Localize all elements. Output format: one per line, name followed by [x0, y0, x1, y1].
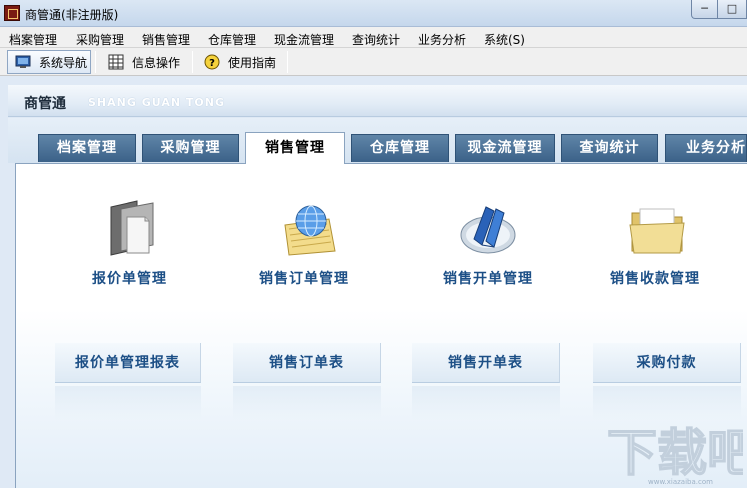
- tab-purchase[interactable]: 采购管理: [142, 134, 239, 162]
- brand-name: 商管通: [24, 96, 66, 112]
- user-guide-label: 使用指南: [228, 55, 277, 70]
- button-reflection: [233, 386, 381, 420]
- tab-warehouse[interactable]: 仓库管理: [351, 134, 449, 162]
- user-guide-button[interactable]: ? 使用指南: [204, 50, 276, 74]
- toolbar-divider: [192, 51, 193, 73]
- menu-warehouse[interactable]: 仓库管理: [208, 31, 256, 48]
- menu-analysis[interactable]: 业务分析: [418, 31, 466, 48]
- sales-invoice-report-button[interactable]: 销售开单表: [412, 343, 560, 383]
- svg-text:?: ?: [209, 58, 215, 69]
- menu-bar: 档案管理 采购管理 销售管理 仓库管理 现金流管理 查询统计 业务分析 系统(S…: [0, 27, 747, 48]
- minimize-button[interactable]: ─: [691, 0, 718, 19]
- globe-document-icon[interactable]: [279, 199, 339, 259]
- toolbar: 系统导航 信息操作 ? 使用指南: [0, 48, 747, 76]
- tab-analysis[interactable]: 业务分析: [665, 134, 747, 162]
- svg-text:下载吧: 下载吧: [607, 424, 743, 480]
- tab-query[interactable]: 查询统计: [561, 134, 658, 162]
- title-bar: 商管通(非注册版) ─ □: [0, 0, 747, 27]
- brand-english-name: SHANG GUAN TONG: [88, 96, 225, 109]
- monitor-icon: [15, 54, 31, 70]
- brand-header: 商管通 SHANG GUAN TONG: [8, 85, 747, 117]
- info-operation-button[interactable]: 信息操作: [108, 50, 180, 74]
- quote-report-button[interactable]: 报价单管理报表: [55, 343, 201, 383]
- button-reflection: [55, 386, 201, 420]
- menu-sales[interactable]: 销售管理: [142, 31, 190, 48]
- grid-icon: [108, 54, 124, 70]
- tab-sales[interactable]: 销售管理: [245, 132, 345, 164]
- menu-query[interactable]: 查询统计: [352, 31, 400, 48]
- sales-invoice-management-link[interactable]: 销售开单管理: [443, 268, 533, 288]
- menu-archive[interactable]: 档案管理: [9, 31, 57, 48]
- system-nav-button[interactable]: 系统导航: [7, 50, 91, 74]
- window-title: 商管通(非注册版): [25, 8, 119, 22]
- watermark-url: www.xiazaiba.com: [648, 478, 713, 486]
- system-nav-label: 系统导航: [39, 55, 88, 70]
- app-logo-icon: [4, 5, 20, 21]
- button-reflection: [593, 386, 741, 420]
- tab-archive[interactable]: 档案管理: [38, 134, 136, 162]
- sales-order-report-button[interactable]: 销售订单表: [233, 343, 381, 383]
- toolbar-divider: [287, 51, 288, 73]
- sales-order-management-link[interactable]: 销售订单管理: [259, 268, 349, 288]
- menu-system[interactable]: 系统(S): [484, 31, 525, 48]
- sales-collection-management-link[interactable]: 销售收款管理: [610, 268, 700, 288]
- menu-purchase[interactable]: 采购管理: [76, 31, 124, 48]
- watermark-logo: 下载吧: [603, 418, 747, 483]
- purchase-payment-report-button[interactable]: 采购付款: [593, 343, 741, 383]
- menu-cashflow[interactable]: 现金流管理: [274, 31, 334, 48]
- help-icon: ?: [204, 54, 220, 70]
- button-reflection: [412, 386, 560, 420]
- maximize-button[interactable]: □: [717, 0, 747, 19]
- quote-management-link[interactable]: 报价单管理: [92, 268, 167, 288]
- info-operation-label: 信息操作: [132, 55, 181, 70]
- folder-icon[interactable]: [628, 199, 688, 259]
- tab-cashflow[interactable]: 现金流管理: [455, 134, 555, 162]
- book-icon[interactable]: [458, 199, 518, 259]
- toolbar-divider: [95, 51, 96, 73]
- document-stack-icon[interactable]: [101, 199, 161, 259]
